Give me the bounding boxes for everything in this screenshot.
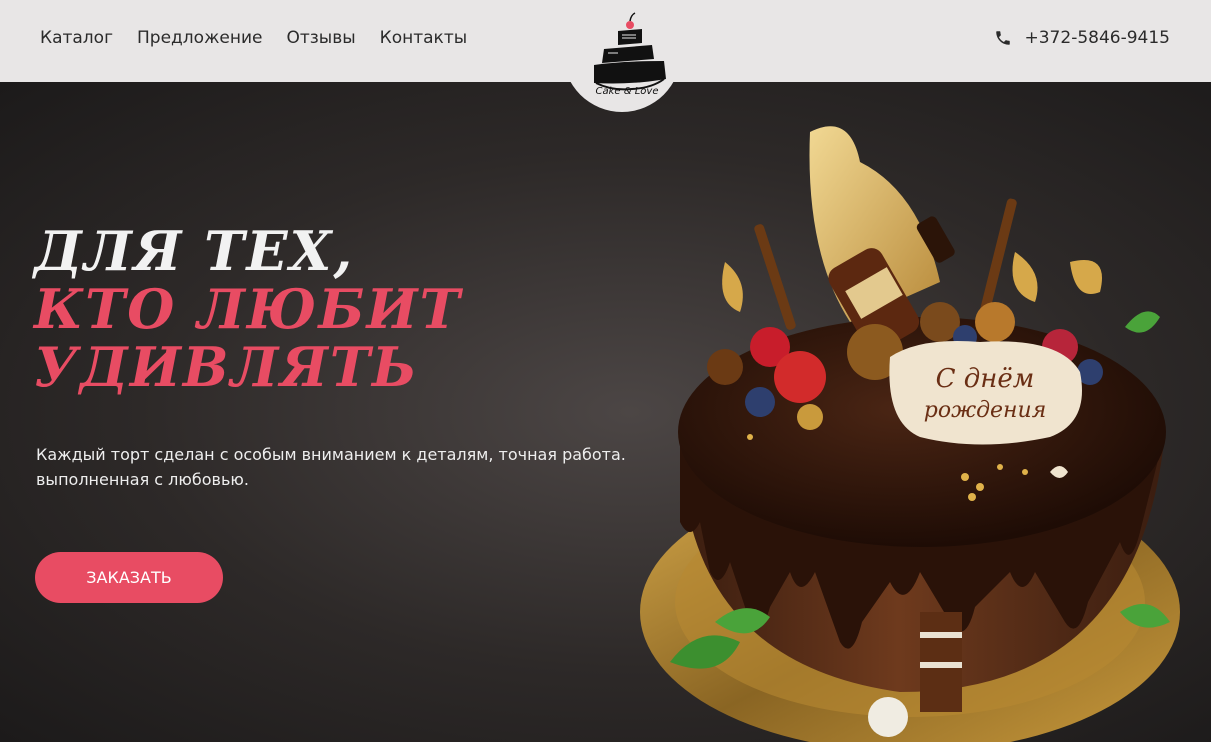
logo-text: Cake & Love xyxy=(596,86,659,97)
phone-contact[interactable]: +372-5846-9415 xyxy=(994,28,1171,48)
nav-link-contacts[interactable]: Контакты xyxy=(380,28,468,48)
nav-link-reviews[interactable]: Отзывы xyxy=(286,28,355,48)
headline-line-3: удивлять xyxy=(34,335,419,399)
order-button[interactable]: ЗАКАЗАТЬ xyxy=(35,552,223,603)
logo[interactable]: Cake & Love xyxy=(563,0,681,112)
cake-image: С днём рождения xyxy=(640,126,1180,742)
nav-link-offer[interactable]: Предложение xyxy=(137,28,262,48)
hero-description: Каждый торт сделан с особым вниманием к … xyxy=(36,442,656,492)
headline-line-1: Для тех, xyxy=(34,219,355,283)
headline-line-2: кто любит xyxy=(34,277,462,341)
phone-icon xyxy=(995,31,1010,45)
hero-headline: Для тех, кто любит удивлять xyxy=(34,222,462,396)
description-line-1: Каждый торт сделан с особым вниманием к … xyxy=(36,445,626,464)
nav-link-catalog[interactable]: Каталог xyxy=(40,28,113,48)
cake-logo-icon: Cake & Love xyxy=(594,11,666,97)
plaque-text-2: рождения xyxy=(924,398,1047,423)
plaque-text-1: С днём xyxy=(936,364,1035,394)
main-nav: Каталог Предложение Отзывы Контакты xyxy=(40,28,467,48)
description-line-2: выполненная с любовью. xyxy=(36,470,249,489)
hero-section: Для тех, кто любит удивлять Каждый торт … xyxy=(0,82,1211,742)
phone-number: +372-5846-9415 xyxy=(1024,28,1171,48)
